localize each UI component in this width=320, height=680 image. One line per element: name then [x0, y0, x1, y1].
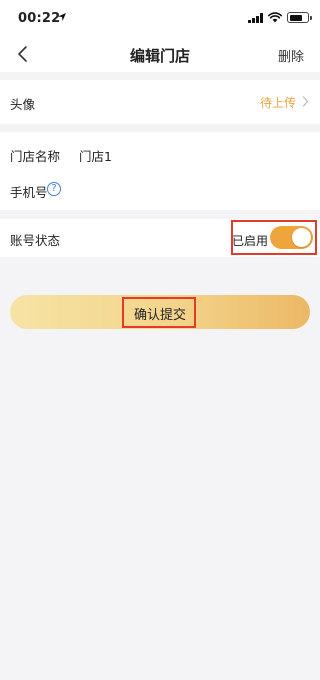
avatar-status: 待上传 — [259, 96, 296, 110]
question-icon[interactable]: ? — [47, 182, 61, 196]
delete-button[interactable]: 删除 — [278, 46, 304, 65]
toggle-status-text: 已启用 — [232, 234, 269, 248]
location-arrow-icon — [58, 13, 66, 21]
battery-icon — [287, 12, 312, 23]
chevron-right-icon — [302, 96, 309, 107]
wifi-icon — [268, 12, 282, 23]
status-time: 00:22 — [18, 11, 61, 26]
avatar-label: 头像 — [10, 97, 36, 112]
status-bar: 00:22 — [0, 0, 320, 36]
page-title: 编辑门店 — [129, 47, 190, 65]
store-name-label: 门店名称 — [10, 149, 61, 164]
phone-input[interactable] — [72, 176, 292, 200]
account-status-toggle[interactable] — [270, 226, 313, 249]
signal-icon — [248, 13, 264, 23]
submit-highlight-box — [122, 297, 196, 328]
account-status-label: 账号状态 — [10, 233, 61, 248]
toggle-knob — [292, 228, 311, 247]
store-name-field[interactable]: 门店1 — [79, 146, 112, 165]
avatar-row[interactable]: 头像 待上传 — [0, 80, 320, 124]
phone-label: 手机号 — [10, 185, 48, 200]
back-arrow-icon[interactable] — [10, 42, 36, 66]
store-info-section: 门店名称 门店1 手机号 ? — [0, 132, 320, 210]
nav-bar: 编辑门店 删除 — [0, 36, 320, 72]
